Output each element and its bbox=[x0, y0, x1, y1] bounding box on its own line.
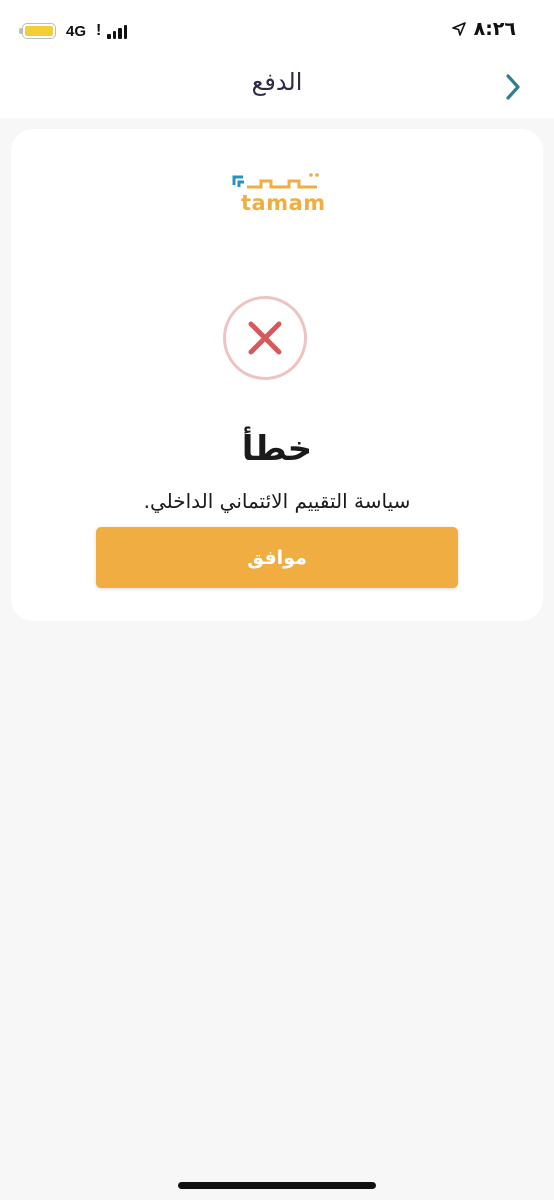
page-title: الدفع bbox=[251, 68, 303, 96]
battery-icon bbox=[19, 23, 56, 39]
signal-icon bbox=[107, 23, 128, 39]
error-icon-circle bbox=[223, 296, 307, 380]
network-type: 4G bbox=[66, 22, 87, 40]
status-bar: 4G ! ٨:٢٦ bbox=[0, 0, 554, 62]
navigation-header: الدفع bbox=[0, 62, 554, 118]
error-card: tamam خطأ سياسة التقييم الائتماني الداخل… bbox=[11, 129, 543, 621]
close-icon bbox=[248, 321, 282, 355]
signal-alert-icon: ! bbox=[96, 22, 102, 39]
back-button[interactable] bbox=[498, 72, 528, 102]
status-bar-left: 4G ! bbox=[19, 22, 128, 40]
status-time: ٨:٢٦ bbox=[473, 18, 516, 40]
error-title: خطأ bbox=[241, 429, 313, 469]
svg-text:tamam: tamam bbox=[241, 191, 326, 215]
error-message: سياسة التقييم الائتماني الداخلي. bbox=[143, 489, 411, 513]
battery-level bbox=[25, 26, 53, 36]
status-bar-right: ٨:٢٦ bbox=[451, 18, 516, 40]
home-indicator bbox=[178, 1182, 376, 1189]
tamam-logo: tamam bbox=[232, 173, 326, 215]
chevron-right-icon bbox=[506, 74, 520, 100]
location-arrow-icon bbox=[451, 22, 466, 36]
ok-button[interactable]: موافق bbox=[96, 527, 458, 588]
